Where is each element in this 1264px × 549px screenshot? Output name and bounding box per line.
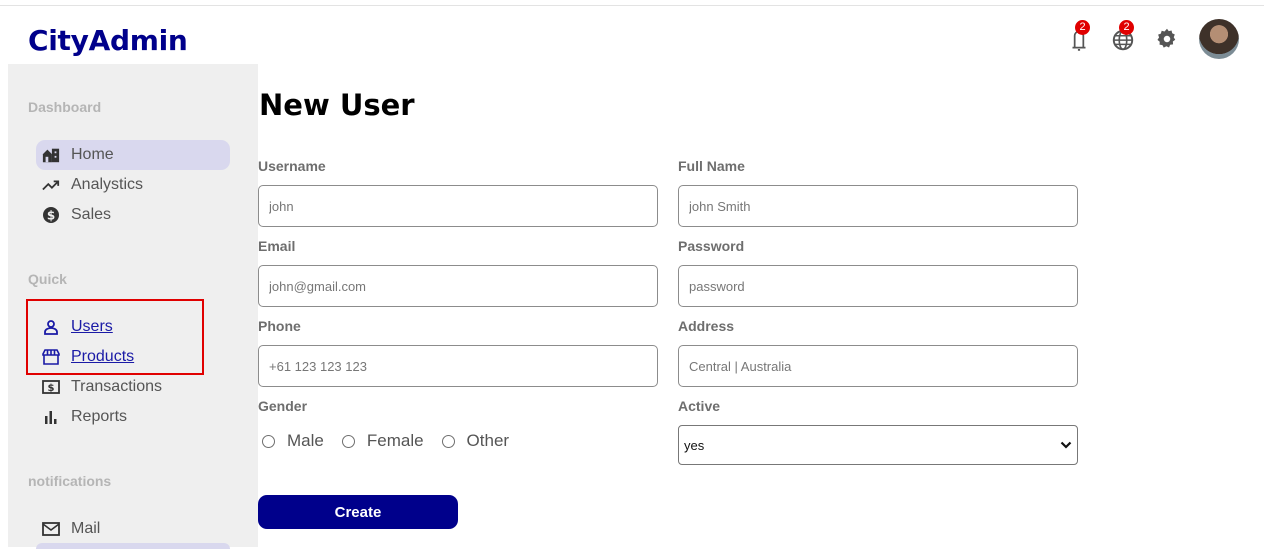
- password-input[interactable]: [678, 265, 1078, 307]
- top-bar: CityAdmin 2 2: [0, 6, 1264, 64]
- app-logo[interactable]: CityAdmin: [28, 24, 188, 57]
- sidebar-item-label: Analystics: [71, 176, 144, 193]
- sidebar-section-dashboard: Dashboard: [28, 99, 102, 115]
- username-label: Username: [258, 158, 326, 174]
- sidebar-item-label: Sales: [71, 206, 112, 223]
- sidebar-item-analystics[interactable]: Analystics: [36, 170, 230, 200]
- gender-female-label[interactable]: Female: [367, 431, 424, 451]
- active-label: Active: [678, 398, 721, 414]
- svg-text:$: $: [48, 383, 55, 394]
- email-label: Email: [258, 238, 296, 254]
- sidebar-item-label: Transactions: [71, 378, 162, 395]
- sidebar-item-reports[interactable]: Reports: [36, 402, 230, 432]
- gender-male-radio[interactable]: [262, 434, 275, 448]
- email-input[interactable]: [258, 265, 658, 307]
- sidebar-item-label: Mail: [71, 520, 101, 537]
- money-icon: $: [42, 378, 60, 396]
- sidebar-item-mail[interactable]: Mail: [36, 514, 230, 544]
- address-label: Address: [678, 318, 735, 334]
- trending-up-icon: [42, 176, 60, 194]
- fullname-input[interactable]: [678, 185, 1078, 227]
- sidebar-item-label: Home: [71, 146, 114, 163]
- gender-other-label[interactable]: Other: [467, 431, 510, 451]
- mail-icon: [42, 520, 60, 538]
- user-avatar[interactable]: [1199, 19, 1239, 59]
- gender-other-radio[interactable]: [441, 434, 455, 448]
- phone-label: Phone: [258, 318, 301, 334]
- language-badge: 2: [1119, 20, 1134, 35]
- sidebar-item-home[interactable]: Home: [36, 140, 230, 170]
- address-input[interactable]: [678, 345, 1078, 387]
- dollar-circle-icon: $: [42, 206, 60, 224]
- chevron-down-icon: [1060, 436, 1072, 454]
- gender-label: Gender: [258, 398, 308, 414]
- gender-radio-group: Male Female Other: [262, 431, 527, 451]
- sidebar-item-transactions[interactable]: $ Transactions: [36, 372, 230, 402]
- sidebar-section-notifications: notifications: [28, 473, 112, 489]
- highlight-annotation-box: [26, 299, 204, 375]
- notifications-bell-icon[interactable]: 2: [1066, 20, 1092, 52]
- gender-female-radio[interactable]: [341, 434, 355, 448]
- sidebar-section-quick: Quick: [28, 271, 67, 287]
- phone-input[interactable]: [258, 345, 658, 387]
- gender-male-label[interactable]: Male: [287, 431, 324, 451]
- notifications-badge: 2: [1075, 20, 1090, 35]
- settings-gear-icon[interactable]: [1154, 26, 1180, 52]
- sidebar-item-sales[interactable]: $ Sales: [36, 200, 230, 230]
- language-globe-icon[interactable]: 2: [1110, 20, 1136, 52]
- home-icon: [42, 146, 60, 164]
- svg-text:$: $: [47, 209, 55, 223]
- username-input[interactable]: [258, 185, 658, 227]
- fullname-label: Full Name: [678, 158, 745, 174]
- active-select-value: yes: [684, 437, 705, 453]
- page-title: New User: [259, 88, 415, 122]
- create-button[interactable]: Create: [258, 495, 458, 529]
- active-select[interactable]: yes: [678, 425, 1078, 465]
- sidebar-item-label: Reports: [71, 408, 128, 425]
- bar-chart-icon: [42, 408, 60, 426]
- sidebar-next-item: [36, 543, 230, 549]
- password-label: Password: [678, 238, 745, 254]
